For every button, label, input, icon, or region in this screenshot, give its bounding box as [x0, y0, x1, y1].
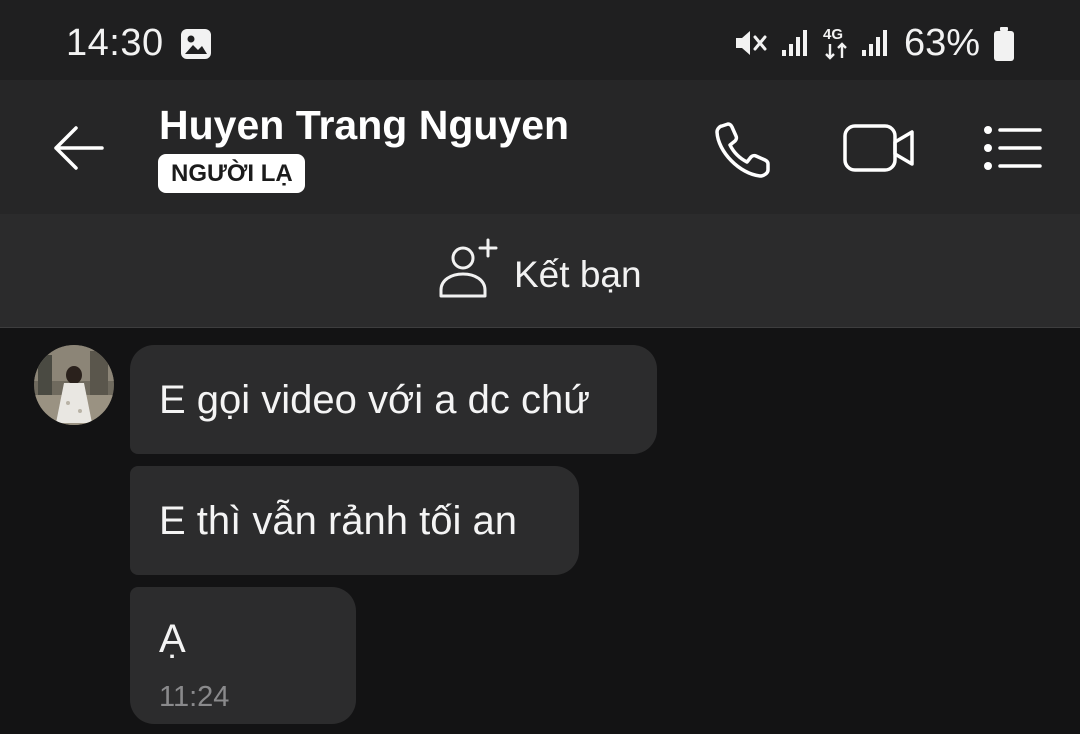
conversation-menu-button[interactable]: [982, 122, 1044, 174]
add-friend-bar: Kết bạn: [0, 214, 1080, 328]
signal-icon: [780, 28, 810, 63]
message-text: E thì vẫn rảnh tối an: [159, 499, 518, 543]
back-arrow-icon: [54, 126, 104, 170]
contact-avatar[interactable]: [34, 345, 114, 425]
message-bubble[interactable]: Ạ 11:24: [130, 587, 356, 724]
message-text: E gọi video với a dc chứ: [159, 378, 590, 422]
list-menu-icon: [984, 126, 1042, 170]
add-person-icon: [439, 238, 498, 298]
conversation-header: Huyen Trang Nguyen NGƯỜI LẠ: [0, 80, 1080, 214]
svg-text:4G: 4G: [823, 26, 843, 43]
4g-icon: 4G: [822, 24, 852, 65]
battery-icon: [994, 27, 1014, 66]
add-friend-label: Kết bạn: [514, 254, 642, 295]
avatar-photo: [34, 345, 114, 425]
status-time: 14:30: [66, 22, 164, 64]
message-timestamp: 11:24: [159, 681, 230, 713]
message-bubble[interactable]: E gọi video với a dc chứ: [130, 345, 657, 454]
stranger-badge: NGƯỜI LẠ: [158, 154, 305, 193]
message-bubble[interactable]: E thì vẫn rảnh tối an: [130, 466, 579, 575]
battery-percent: 63%: [904, 22, 981, 64]
mute-icon: [734, 28, 768, 63]
video-call-button[interactable]: [842, 120, 916, 176]
back-button[interactable]: [50, 122, 106, 174]
phone-icon: [715, 122, 770, 178]
signal-icon: [860, 28, 890, 63]
voice-call-button[interactable]: [712, 118, 776, 182]
video-camera-icon: [843, 124, 914, 172]
message-text: Ạ: [159, 617, 186, 661]
status-bar: 14:30 4G 63%: [0, 0, 1080, 80]
contact-name[interactable]: Huyen Trang Nguyen: [159, 102, 569, 149]
gallery-icon: [180, 28, 212, 65]
